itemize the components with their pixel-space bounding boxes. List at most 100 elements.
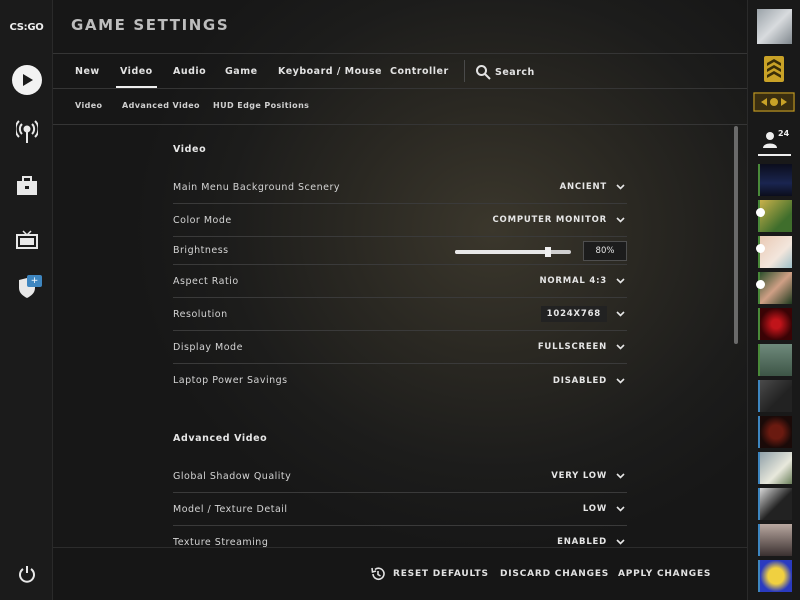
setting-value: ANCIENT bbox=[559, 182, 607, 192]
slider-fill bbox=[455, 250, 548, 254]
rank-chevron-icon bbox=[763, 55, 785, 87]
chevron-down-icon bbox=[613, 184, 627, 190]
tv-icon[interactable] bbox=[0, 226, 53, 254]
search-icon bbox=[476, 65, 491, 80]
setting-row-aspect-ratio[interactable]: Aspect Ratio NORMAL 4:3 bbox=[173, 265, 627, 298]
power-icon[interactable] bbox=[0, 560, 53, 588]
brightness-slider[interactable] bbox=[455, 247, 571, 257]
chevron-down-icon bbox=[613, 539, 627, 545]
setting-row-brightness: Brightness 80% bbox=[173, 237, 627, 265]
setting-value: LOW bbox=[582, 504, 607, 514]
setting-row-color-mode[interactable]: Color Mode COMPUTER MONITOR bbox=[173, 204, 627, 237]
friend-avatar[interactable] bbox=[760, 272, 792, 304]
friends-bar: 24 bbox=[747, 0, 800, 600]
tab-new[interactable]: New bbox=[75, 66, 100, 77]
friend-avatar[interactable] bbox=[760, 380, 792, 412]
tab-game[interactable]: Game bbox=[225, 66, 258, 77]
footer: RESET DEFAULTS DISCARD CHANGES APPLY CHA… bbox=[53, 547, 747, 600]
setting-value: FULLSCREEN bbox=[537, 342, 607, 352]
tab-separator bbox=[464, 60, 465, 82]
subtabs-row: Video Advanced Video HUD Edge Positions bbox=[53, 89, 747, 125]
setting-row-texture-streaming[interactable]: Texture Streaming ENABLED bbox=[173, 526, 627, 547]
settings-list: Video Main Menu Background Scenery ANCIE… bbox=[173, 126, 627, 547]
chevron-down-icon bbox=[613, 217, 627, 223]
tab-keyboard-mouse[interactable]: Keyboard / Mouse bbox=[278, 66, 382, 77]
setting-value: COMPUTER MONITOR bbox=[492, 215, 607, 225]
setting-label: Laptop Power Savings bbox=[173, 375, 288, 386]
friend-avatar[interactable] bbox=[760, 164, 792, 196]
slider-handle[interactable] bbox=[544, 247, 551, 257]
play-button[interactable] bbox=[0, 62, 53, 98]
setting-row-laptop-power-savings[interactable]: Laptop Power Savings DISABLED bbox=[173, 364, 627, 397]
friend-avatar[interactable] bbox=[760, 236, 792, 268]
briefcase-icon[interactable] bbox=[0, 172, 53, 200]
setting-label: Model / Texture Detail bbox=[173, 503, 288, 515]
user-avatar[interactable] bbox=[757, 9, 792, 44]
setting-label: Main Menu Background Scenery bbox=[173, 181, 340, 193]
chevron-down-icon bbox=[613, 377, 627, 384]
setting-value: VERY LOW bbox=[551, 471, 607, 481]
chevron-down-icon bbox=[613, 473, 627, 479]
friend-avatar[interactable] bbox=[760, 344, 792, 376]
setting-row-resolution[interactable]: Resolution 1024X768 bbox=[173, 298, 627, 331]
setting-label: Resolution bbox=[173, 308, 228, 320]
main-panel: GAME SETTINGS New Video Audio Game Keybo… bbox=[53, 0, 747, 600]
friend-avatar[interactable] bbox=[760, 560, 792, 592]
friends-count: 24 bbox=[778, 129, 790, 138]
plus-badge: + bbox=[27, 275, 42, 287]
in-game-icon bbox=[756, 280, 765, 289]
chevron-down-icon bbox=[613, 344, 627, 350]
chevron-down-icon bbox=[613, 278, 627, 284]
discard-changes-button[interactable]: DISCARD CHANGES bbox=[500, 569, 609, 579]
friend-avatar[interactable] bbox=[760, 200, 792, 232]
setting-label: Color Mode bbox=[173, 214, 232, 226]
chevron-down-icon bbox=[613, 506, 627, 512]
in-game-icon bbox=[756, 208, 765, 217]
friend-avatar[interactable] bbox=[760, 488, 792, 520]
page-title: GAME SETTINGS bbox=[71, 16, 230, 34]
subtab-hud-edge-positions[interactable]: HUD Edge Positions bbox=[213, 101, 309, 110]
reset-history-icon bbox=[371, 567, 385, 580]
csgo-logo[interactable]: CS:GO bbox=[0, 14, 53, 40]
header: GAME SETTINGS bbox=[53, 0, 747, 53]
apply-changes-button[interactable]: APPLY CHANGES bbox=[618, 569, 711, 579]
reset-defaults-button[interactable]: RESET DEFAULTS bbox=[393, 569, 489, 579]
brightness-value-field[interactable]: 80% bbox=[583, 241, 627, 261]
section-title-advanced-video: Advanced Video bbox=[173, 433, 268, 444]
subtab-advanced-video[interactable]: Advanced Video bbox=[122, 101, 200, 110]
setting-label: Global Shadow Quality bbox=[173, 470, 292, 482]
subtab-video[interactable]: Video bbox=[75, 101, 102, 110]
setting-value: ENABLED bbox=[557, 537, 607, 547]
tab-video[interactable]: Video bbox=[116, 66, 157, 88]
search-label: Search bbox=[495, 66, 535, 78]
in-game-icon bbox=[756, 244, 765, 253]
setting-value: DISABLED bbox=[552, 375, 607, 386]
setting-label: Aspect Ratio bbox=[173, 275, 239, 287]
setting-row-background-scenery[interactable]: Main Menu Background Scenery ANCIENT bbox=[173, 171, 627, 204]
friends-tab[interactable]: 24 bbox=[758, 128, 791, 156]
person-icon bbox=[763, 132, 777, 148]
setting-row-model-texture-detail[interactable]: Model / Texture Detail LOW bbox=[173, 493, 627, 526]
tab-audio[interactable]: Audio bbox=[173, 66, 206, 77]
setting-value: NORMAL 4:3 bbox=[539, 276, 607, 286]
play-icon bbox=[11, 65, 42, 95]
chevron-down-icon bbox=[613, 311, 627, 317]
setting-label: Display Mode bbox=[173, 341, 243, 353]
friend-avatar[interactable] bbox=[760, 308, 792, 340]
friend-avatar[interactable] bbox=[760, 416, 792, 448]
section-title-video: Video bbox=[173, 144, 207, 155]
setting-value: 1024X768 bbox=[540, 306, 607, 322]
setting-label: Texture Streaming bbox=[173, 536, 269, 548]
broadcast-icon[interactable] bbox=[0, 118, 53, 146]
left-nav: CS:GO + bbox=[0, 0, 53, 600]
setting-label: Brightness bbox=[173, 245, 229, 256]
search-button[interactable]: Search bbox=[475, 63, 535, 81]
rank-emblem-icon bbox=[753, 92, 795, 116]
friend-avatar[interactable] bbox=[760, 524, 792, 556]
scrollbar[interactable] bbox=[734, 126, 738, 344]
friend-avatar[interactable] bbox=[760, 452, 792, 484]
setting-row-global-shadow-quality[interactable]: Global Shadow Quality VERY LOW bbox=[173, 460, 627, 493]
tabs-row: New Video Audio Game Keyboard / Mouse Co… bbox=[53, 53, 747, 89]
setting-row-display-mode[interactable]: Display Mode FULLSCREEN bbox=[173, 331, 627, 364]
tab-controller[interactable]: Controller bbox=[390, 66, 449, 77]
